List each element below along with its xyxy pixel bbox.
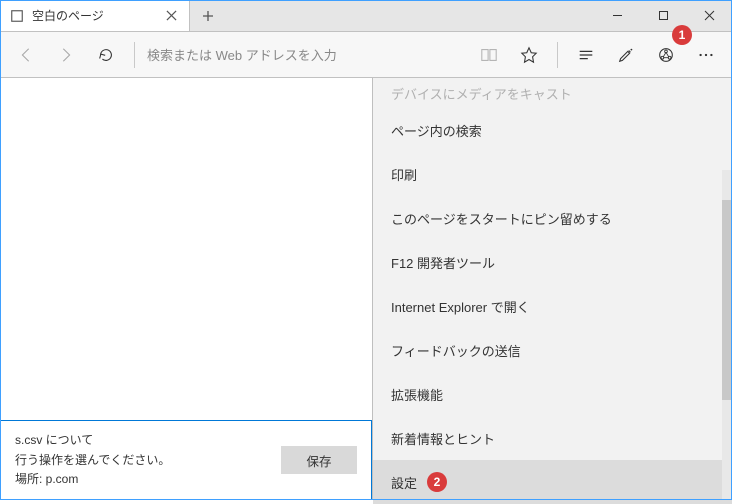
download-text: s.csv について 行う操作を選んでください。 場所: p.com [15,431,271,489]
tab-title: 空白のページ [32,7,155,24]
menu-item-open-ie[interactable]: Internet Explorer で開く [373,284,732,328]
menu-item-devtools[interactable]: F12 開発者ツール [373,240,732,284]
menu-item-settings-label: 設定 [391,473,417,492]
menu-item-extensions[interactable]: 拡張機能 [373,372,732,416]
close-window-button[interactable] [686,0,732,31]
notes-button[interactable] [606,35,646,75]
download-notification: s.csv について 行う操作を選んでください。 場所: p.com 保存 [0,420,372,500]
download-line1: s.csv について [15,431,271,450]
download-line2: 行う操作を選んでください。 [15,451,271,470]
more-menu: デバイスにメディアをキャスト ページ内の検索 印刷 このページをスタートにピン留… [372,78,732,500]
menu-item-settings[interactable]: 設定 2 [373,460,732,504]
content-area: デバイスにメディアをキャスト ページ内の検索 印刷 このページをスタートにピン留… [0,78,732,500]
more-button[interactable] [686,35,726,75]
refresh-button[interactable] [86,35,126,75]
menu-item-cast: デバイスにメディアをキャスト [373,78,732,108]
address-bar[interactable]: 検索または Web アドレスを入力 [143,45,469,64]
forward-button[interactable] [46,35,86,75]
window-controls [594,0,732,31]
share-button[interactable]: 1 [646,35,686,75]
menu-item-feedback[interactable]: フィードバックの送信 [373,328,732,372]
page-icon [10,9,24,23]
menu-scrollbar[interactable] [722,170,732,500]
download-line3: 場所: p.com [15,470,271,489]
tab-close-icon[interactable] [163,8,179,24]
save-button[interactable]: 保存 [281,446,357,474]
toolbar: 検索または Web アドレスを入力 1 [0,32,732,78]
back-button[interactable] [6,35,46,75]
hub-button[interactable] [566,35,606,75]
favorites-button[interactable] [509,35,549,75]
browser-tab[interactable]: 空白のページ [0,0,190,31]
reading-view-button[interactable] [469,35,509,75]
menu-item-whatsnew[interactable]: 新着情報とヒント [373,416,732,460]
menu-item-print[interactable]: 印刷 [373,152,732,196]
minimize-button[interactable] [594,0,640,31]
title-bar: 空白のページ [0,0,732,32]
new-tab-button[interactable] [190,0,226,31]
menu-item-pin-start[interactable]: このページをスタートにピン留めする [373,196,732,240]
menu-item-find[interactable]: ページ内の検索 [373,108,732,152]
menu-scrollbar-thumb[interactable] [722,200,732,400]
annotation-badge-2: 2 [427,472,447,492]
